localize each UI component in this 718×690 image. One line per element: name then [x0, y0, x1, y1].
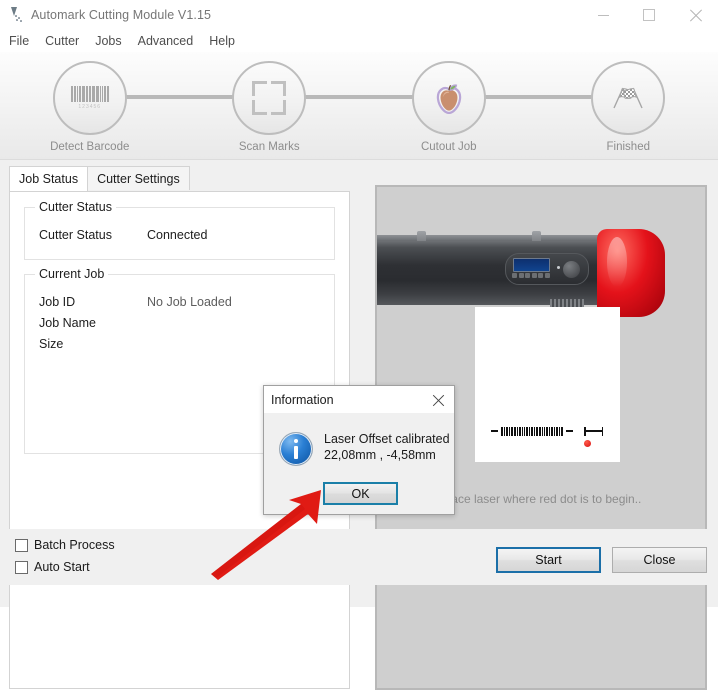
dialog-message: Laser Offset calibrated 22,08mm , -4,58m…: [324, 431, 450, 463]
step-bubble: 123456: [53, 61, 127, 135]
cutter-lcd-display: [513, 258, 550, 272]
wizard-step-finished[interactable]: Finished: [539, 52, 718, 159]
footer-bar: Batch Process Auto Start Start Close: [0, 529, 718, 585]
cutter-end-cap: [597, 229, 665, 317]
row-value: Connected: [147, 228, 207, 242]
crop-marks-icon: [252, 81, 286, 115]
step-label: Cutout Job: [421, 141, 477, 153]
start-button[interactable]: Start: [496, 547, 601, 573]
window-title: Automark Cutting Module V1.15: [31, 8, 211, 22]
minimize-icon: [598, 15, 609, 16]
checkbox-label: Auto Start: [34, 560, 90, 574]
minimize-button[interactable]: [580, 0, 626, 30]
checkbox-label: Batch Process: [34, 538, 115, 552]
row-label: Job ID: [39, 295, 75, 309]
wizard-progress-strip: 123456 Detect Barcode Scan Marks: [0, 52, 718, 160]
wizard-step-cutout-job[interactable]: Cutout Job: [359, 52, 539, 159]
step-label: Scan Marks: [239, 141, 300, 153]
checkbox-box[interactable]: [15, 539, 28, 552]
step-bubble: [232, 61, 306, 135]
menu-bar: File Cutter Jobs Advanced Help: [0, 30, 718, 52]
window-controls: [580, 0, 718, 30]
menu-item-file[interactable]: File: [9, 32, 37, 50]
step-bubble: [591, 61, 665, 135]
row-value: No Job Loaded: [147, 295, 232, 309]
laser-red-dot: [584, 440, 591, 447]
maximize-button[interactable]: [626, 0, 672, 30]
maximize-icon: [643, 9, 655, 21]
menu-item-jobs[interactable]: Jobs: [95, 32, 129, 50]
row-label: Cutter Status: [39, 228, 112, 242]
media-sheet: [475, 307, 620, 462]
group-legend: Current Job: [35, 267, 108, 281]
close-button[interactable]: [672, 0, 718, 30]
group-legend: Cutter Status: [35, 200, 116, 214]
row-label: Size: [39, 337, 63, 351]
menu-item-advanced[interactable]: Advanced: [138, 32, 202, 50]
row-label: Job Name: [39, 316, 96, 330]
wizard-step-scan-marks[interactable]: Scan Marks: [180, 52, 360, 159]
dialog-ok-button[interactable]: OK: [323, 482, 398, 505]
close-icon: [689, 9, 702, 22]
tab-strip: Job Status Cutter Settings: [9, 166, 190, 190]
cutter-control-panel: [505, 253, 589, 285]
tab-cutter-settings[interactable]: Cutter Settings: [87, 166, 190, 190]
dialog-title: Information: [271, 393, 334, 407]
cutter-dpad-icon: [563, 261, 580, 278]
checkered-flags-icon: [610, 85, 646, 111]
dialog-title-bar: Information: [264, 386, 454, 413]
information-dialog: Information Laser Offset calibrated 22,0…: [263, 385, 455, 515]
barcode-icon: 123456: [71, 86, 109, 110]
title-bar: Automark Cutting Module V1.15: [0, 0, 718, 30]
tab-job-status[interactable]: Job Status: [9, 166, 88, 191]
step-label: Detect Barcode: [50, 141, 129, 153]
apple-sticker-icon: [434, 82, 464, 114]
dialog-close-button[interactable]: [422, 386, 454, 413]
barcode-and-registration-marks: [491, 426, 609, 436]
menu-item-help[interactable]: Help: [209, 32, 243, 50]
step-bubble: [412, 61, 486, 135]
registration-mark: [584, 427, 603, 436]
checkbox-batch-process[interactable]: Batch Process: [15, 538, 115, 552]
checkbox-box[interactable]: [15, 561, 28, 574]
info-icon: [279, 432, 313, 466]
menu-item-cutter[interactable]: Cutter: [45, 32, 87, 50]
wizard-step-detect-barcode[interactable]: 123456 Detect Barcode: [0, 52, 180, 159]
step-label: Finished: [607, 141, 650, 153]
vinyl-cutter-illustration: [375, 227, 687, 319]
barcode-icon: [501, 427, 563, 436]
cutter-status-group: Cutter Status Cutter Status Connected: [24, 207, 335, 260]
checkbox-auto-start[interactable]: Auto Start: [15, 560, 90, 574]
close-icon: [432, 394, 444, 406]
dialog-body: Laser Offset calibrated 22,08mm , -4,58m…: [264, 413, 454, 516]
app-icon: [8, 7, 24, 23]
close-button-footer[interactable]: Close: [612, 547, 707, 573]
